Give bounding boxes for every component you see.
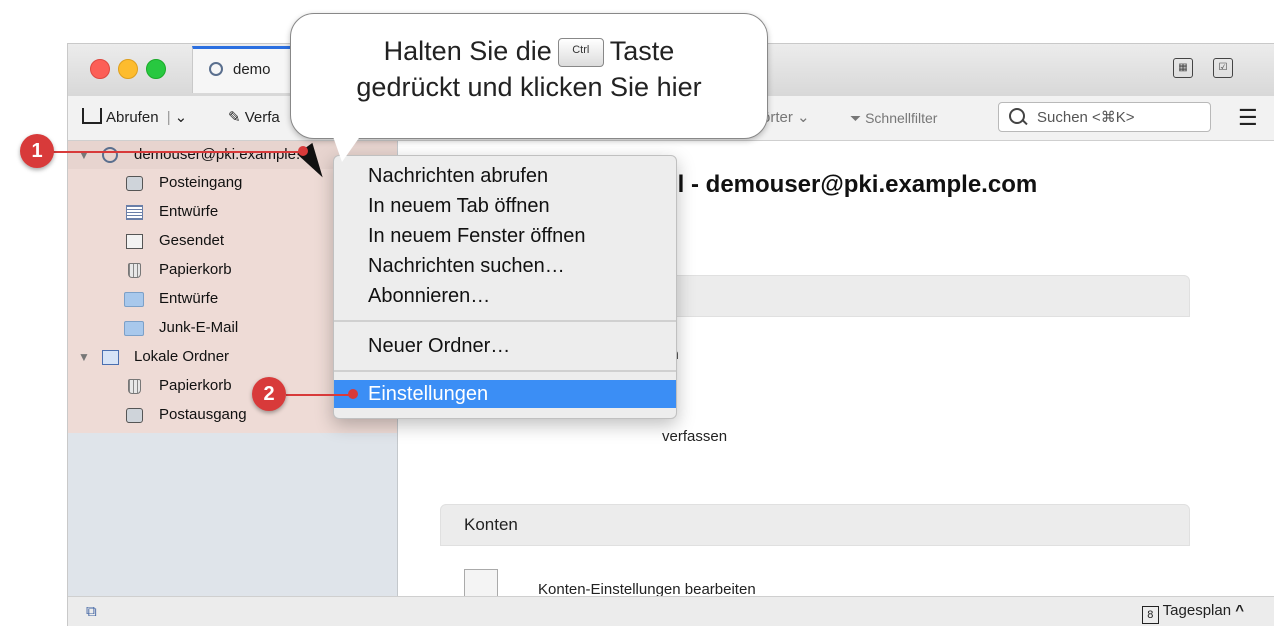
folder-label: Posteingang [159,174,243,191]
quickfilter-button[interactable]: ⏷ Schnellfilter [850,106,937,130]
folder-icon [124,292,144,307]
fetch-label: Abrufen [106,109,159,126]
marker-1-line [52,151,304,153]
callout-line-1: Halten Sie die Ctrl Taste [383,36,675,68]
menu-item-subscribe[interactable]: Abonnieren… [334,282,676,310]
search-placeholder: Suchen <⌘K> [1037,109,1135,126]
folder-label: Entwürfe [159,203,219,220]
tasks-icon[interactable]: ☑ [1213,58,1233,78]
callout-line-2: gedrückt und klicken Sie hier [356,72,702,102]
today-pane-label: Tagesplan [1162,602,1232,619]
filter-icon: ⏷ [850,110,862,126]
local-folders-icon [102,350,119,365]
compose-label: Verfa [244,109,280,126]
chevron-down-icon[interactable]: ⌄ [175,109,188,126]
callout-tail [330,128,366,162]
network-status-icon[interactable]: ⧉ [86,603,97,620]
folder-label: Postausgang [159,406,247,423]
search-input[interactable]: Suchen <⌘K> [998,102,1211,132]
fetch-button[interactable]: Abrufen | ⌄ [82,106,187,130]
menu-item-open-new-window[interactable]: In neuem Fenster öffnen [334,222,676,250]
context-menu: Nachrichten abrufen In neuem Tab öffnen … [333,155,677,419]
pencil-icon: ✎ [228,109,241,126]
compose-link[interactable]: verfassen [662,428,727,445]
marker-2-line [286,394,356,396]
menu-item-get-messages[interactable]: Nachrichten abrufen [334,162,676,190]
close-window-button[interactable] [90,59,110,79]
account-icon [102,147,118,163]
outbox-icon [126,408,143,423]
menu-separator [334,320,676,322]
search-icon-handle [1021,118,1028,126]
folder-icon [124,321,144,336]
drafts-icon [126,205,143,220]
fetch-icon [82,108,102,124]
sent-icon [126,234,143,249]
menu-item-settings[interactable]: Einstellungen [334,380,676,408]
section-header-accounts: Konten [440,504,1190,546]
account-label: demouser@pki.example.c [134,146,308,163]
separator: | [166,109,171,126]
step-marker-2: 2 [252,377,286,411]
chevron-down-icon: ⌄ [797,109,810,126]
page-title: il - demouser@pki.example.com [671,171,1038,198]
menu-item-new-folder[interactable]: Neuer Ordner… [334,332,676,360]
inbox-icon [126,176,143,191]
status-bar: ⧉ 8 Tagesplan ^ [68,596,1274,626]
tab-title: demo [233,61,271,78]
ctrl-key-icon: Ctrl [557,38,604,68]
zoom-window-button[interactable] [146,59,166,79]
step-marker-1: 1 [20,134,54,168]
expand-triangle-icon[interactable]: ▼ [78,343,90,371]
app-menu-button[interactable]: ☰ [1238,105,1258,131]
folder-label: Entwürfe [159,290,219,307]
marker-2-dot [348,389,358,399]
local-folders-label: Lokale Ordner [134,348,230,365]
instruction-callout: Halten Sie die Ctrl Taste gedrückt und kli… [290,13,768,139]
minimize-window-button[interactable] [118,59,138,79]
trash-icon [128,379,141,394]
folder-label: Gesendet [159,232,225,249]
quickfilter-label: Schnellfilter [865,110,938,126]
section-title: Konten [464,515,518,534]
address-book-button[interactable]: örter ⌄ [762,106,810,130]
folder-label: Papierkorb [159,261,232,278]
today-pane-toggle[interactable]: 8 Tagesplan ^ [1141,602,1244,624]
marker-1-dot [298,146,308,156]
menu-item-search-messages[interactable]: Nachrichten suchen… [334,252,676,280]
folder-label: Junk-E-Mail [159,319,239,336]
compose-button[interactable]: ✎ Verfa [228,106,280,130]
calendar-day-icon: 8 [1141,606,1159,624]
calendar-icon[interactable]: ▦ [1173,58,1193,78]
menu-separator [334,370,676,372]
menu-item-open-new-tab[interactable]: In neuem Tab öffnen [334,192,676,220]
mail-account-icon [209,62,223,76]
chevron-up-icon: ^ [1235,602,1244,619]
trash-icon [128,263,141,278]
folder-label: Papierkorb [159,377,232,394]
expand-triangle-icon[interactable]: ▼ [78,141,90,169]
